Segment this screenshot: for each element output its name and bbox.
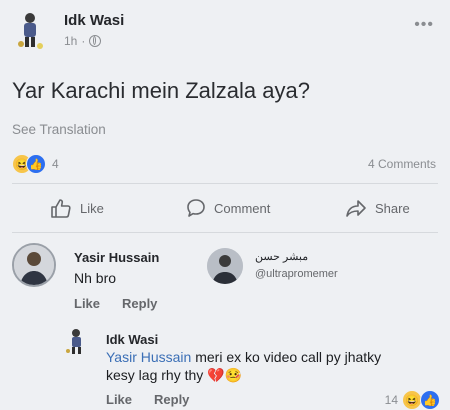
see-translation-link[interactable]: See Translation bbox=[12, 122, 106, 137]
reply-actions: Like Reply bbox=[106, 392, 189, 407]
reply-reaction-summary[interactable]: 14 😆 👍 bbox=[385, 390, 440, 410]
comment-reply-link[interactable]: Reply bbox=[122, 296, 157, 311]
share-label: Share bbox=[375, 200, 410, 216]
reply-author-avatar[interactable] bbox=[62, 326, 92, 356]
comment-actions: Like Reply bbox=[74, 296, 157, 311]
reaction-summary[interactable]: 😆 👍 4 bbox=[12, 154, 59, 174]
comment-like-link[interactable]: Like bbox=[74, 296, 100, 311]
watermark-name: مبشر حسن bbox=[255, 251, 309, 263]
reply-reply-link[interactable]: Reply bbox=[154, 392, 189, 407]
post-author-name[interactable]: Idk Wasi bbox=[64, 12, 124, 29]
post-text: Yar Karachi mein Zalzala aya? bbox=[12, 78, 310, 103]
author-avatar[interactable] bbox=[12, 8, 50, 52]
watermark: مبشر حسن @ultrapromemer bbox=[207, 248, 367, 288]
comments-count[interactable]: 4 Comments bbox=[368, 157, 436, 171]
post-meta: 1h · bbox=[64, 34, 102, 48]
reply-reaction-count: 14 bbox=[384, 393, 398, 407]
like-label: Like bbox=[80, 200, 104, 216]
divider bbox=[12, 232, 438, 233]
comment-icon bbox=[187, 199, 205, 217]
globe-icon bbox=[89, 35, 102, 47]
watermark-handle: @ultrapromemer bbox=[255, 268, 338, 280]
share-button[interactable]: Share bbox=[345, 198, 410, 218]
reply-mention[interactable]: Yasir Hussain bbox=[106, 349, 191, 365]
divider bbox=[12, 183, 438, 184]
post-page: Idk Wasi 1h · ••• Yar Karachi mein Zalza… bbox=[0, 0, 450, 410]
haha-reaction-icon: 😆 bbox=[402, 390, 422, 410]
share-icon bbox=[346, 200, 366, 217]
comment-button[interactable]: Comment bbox=[186, 198, 270, 218]
reply-text: Yasir Hussain meri ex ko video call py j… bbox=[106, 348, 406, 384]
post-time[interactable]: 1h bbox=[64, 34, 77, 48]
like-button[interactable]: Like bbox=[50, 198, 104, 218]
more-icon[interactable]: ••• bbox=[414, 16, 434, 34]
reaction-count: 4 bbox=[52, 157, 59, 171]
comment-label: Comment bbox=[214, 200, 271, 216]
watermark-avatar bbox=[207, 248, 243, 284]
commenter-avatar[interactable] bbox=[12, 243, 56, 287]
like-reaction-icon: 👍 bbox=[26, 154, 46, 174]
comment-author[interactable]: Yasir Hussain bbox=[74, 250, 159, 265]
reply-emoji: 💔🤒 bbox=[207, 367, 243, 383]
avatar-image bbox=[14, 245, 54, 285]
reply-author[interactable]: Idk Wasi bbox=[106, 332, 158, 347]
post-header: Idk Wasi 1h · ••• bbox=[12, 8, 438, 52]
comment-text: Nh bro bbox=[74, 270, 117, 286]
like-icon bbox=[51, 199, 71, 218]
like-reaction-icon: 👍 bbox=[420, 390, 440, 410]
reply-like-link[interactable]: Like bbox=[106, 392, 132, 407]
